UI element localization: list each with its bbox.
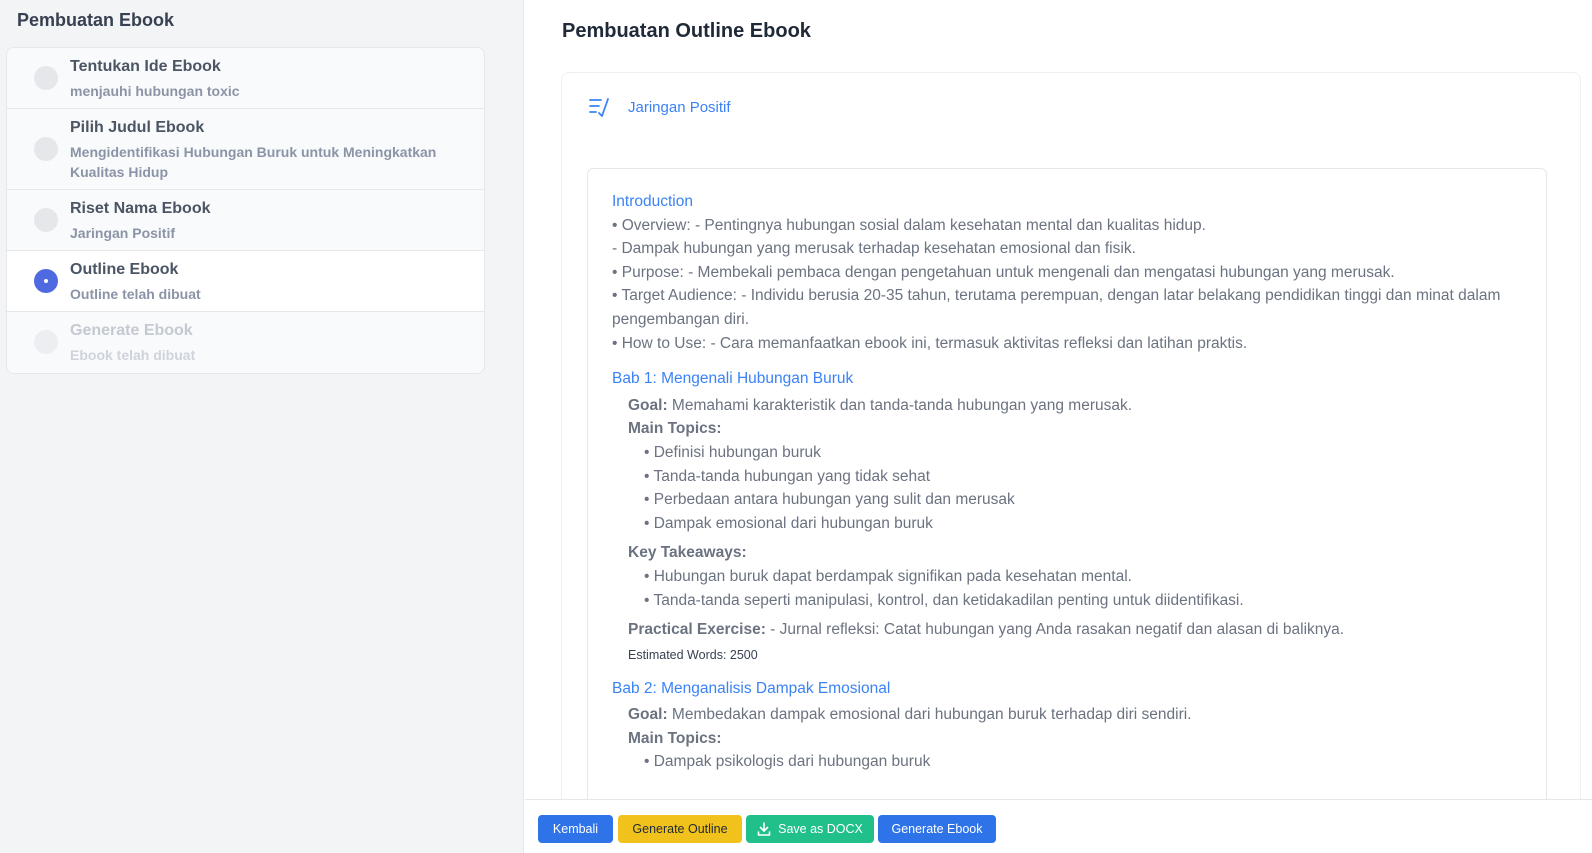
- step-list: Tentukan Ide Ebook menjauhi hubungan tox…: [6, 47, 485, 374]
- step-item-judul[interactable]: Pilih Judul Ebook Mengidentifikasi Hubun…: [7, 109, 484, 190]
- intro-lines: • Overview: - Pentingnya hubungan sosial…: [612, 214, 1532, 356]
- main-panel: Pembuatan Outline Ebook Jaringan Positif…: [525, 0, 1592, 853]
- sidebar: Pembuatan Ebook Tentukan Ide Ebook menja…: [0, 0, 524, 853]
- back-button[interactable]: Kembali: [538, 815, 613, 843]
- topics-label: Main Topics:: [628, 420, 722, 438]
- step-indicator-icon: [34, 208, 58, 232]
- intro-line: • Purpose: - Membekali pembaca dengan pe…: [612, 263, 1395, 281]
- download-icon: [757, 822, 771, 836]
- step-title: Generate Ebook: [70, 322, 193, 339]
- step-indicator-icon: [34, 137, 58, 161]
- section-heading: Introduction: [612, 193, 693, 210]
- chapter-2: Bab 2: Menganalisis Dampak Emosional Goa…: [612, 677, 1532, 774]
- step-item-outline[interactable]: Outline Ebook Outline telah dibuat: [7, 251, 484, 312]
- chapter-1: Bab 1: Mengenali Hubungan Buruk Goal: Me…: [612, 367, 1532, 665]
- takeaway-item: • Hubungan buruk dapat berdampak signifi…: [644, 567, 1132, 585]
- step-subtitle: Jaringan Positif: [70, 225, 176, 241]
- action-bar: Kembali Generate Outline Save as DOCX Ge…: [525, 799, 1592, 853]
- estimated-words: Estimated Words: 2500: [628, 647, 758, 662]
- chapter-heading: Bab 1: Mengenali Hubungan Buruk: [612, 370, 854, 388]
- intro-line: • How to Use: - Cara memanfaatkan ebook …: [612, 334, 1248, 352]
- outline-content[interactable]: Introduction • Overview: - Pentingnya hu…: [587, 168, 1547, 853]
- step-item-riset[interactable]: Riset Nama Ebook Jaringan Positif: [7, 190, 484, 251]
- step-item-generate: Generate Ebook Ebook telah dibuat: [7, 312, 484, 373]
- sidebar-title: Pembuatan Ebook: [17, 10, 175, 30]
- topic-item: • Perbedaan antara hubungan yang sulit d…: [644, 491, 1015, 509]
- card-header: Jaringan Positif: [588, 96, 731, 118]
- step-subtitle: Outline telah dibuat: [70, 286, 201, 302]
- practical-exercise: Practical Exercise: - Jurnal refleksi: C…: [628, 621, 1345, 639]
- step-title: Riset Nama Ebook: [70, 200, 211, 217]
- step-subtitle: Ebook telah dibuat: [70, 347, 196, 363]
- chapter-heading: Bab 2: Menganalisis Dampak Emosional: [612, 679, 891, 697]
- topics-label: Main Topics:: [628, 729, 722, 747]
- step-indicator-icon: [34, 66, 58, 90]
- intro-line: • Target Audience: - Individu berusia 20…: [612, 287, 1501, 328]
- topic-item: • Dampak emosional dari hubungan buruk: [644, 514, 933, 532]
- intro-line: - Dampak hubungan yang merusak terhadap …: [612, 240, 1136, 258]
- save-docx-label: Save as DOCX: [778, 822, 863, 836]
- step-subtitle: menjauhi hubungan toxic: [70, 83, 240, 99]
- step-subtitle: Mengidentifikasi Hubungan Buruk untuk Me…: [70, 144, 437, 180]
- outline-card: Jaringan Positif Introduction • Overview…: [561, 72, 1581, 853]
- takeaways-label: Key Takeaways:: [628, 544, 747, 562]
- generate-ebook-button[interactable]: Generate Ebook: [878, 815, 996, 843]
- chapter-goal: Goal: Membedakan dampak emosional dari h…: [628, 706, 1192, 724]
- takeaway-item: • Tanda-tanda seperti manipulasi, kontro…: [644, 591, 1244, 609]
- chapter-goal: Goal: Memahami karakteristik dan tanda-t…: [628, 396, 1133, 414]
- topic-item: • Definisi hubungan buruk: [644, 443, 821, 461]
- list-check-icon: [588, 96, 610, 118]
- save-docx-button[interactable]: Save as DOCX: [746, 815, 874, 843]
- step-item-ide[interactable]: Tentukan Ide Ebook menjauhi hubungan tox…: [7, 48, 484, 109]
- topic-item: • Tanda-tanda hubungan yang tidak sehat: [644, 467, 931, 485]
- step-active-indicator-icon: [34, 269, 58, 293]
- step-title: Outline Ebook: [70, 261, 179, 278]
- generate-outline-button[interactable]: Generate Outline: [618, 815, 742, 843]
- step-title: Tentukan Ide Ebook: [70, 58, 221, 75]
- step-title: Pilih Judul Ebook: [70, 119, 205, 136]
- ebook-name: Jaringan Positif: [628, 98, 731, 116]
- topic-item: • Dampak psikologis dari hubungan buruk: [644, 753, 931, 771]
- intro-line: • Overview: - Pentingnya hubungan sosial…: [612, 216, 1206, 234]
- page-title: Pembuatan Outline Ebook: [562, 20, 811, 42]
- step-indicator-icon: [34, 330, 58, 354]
